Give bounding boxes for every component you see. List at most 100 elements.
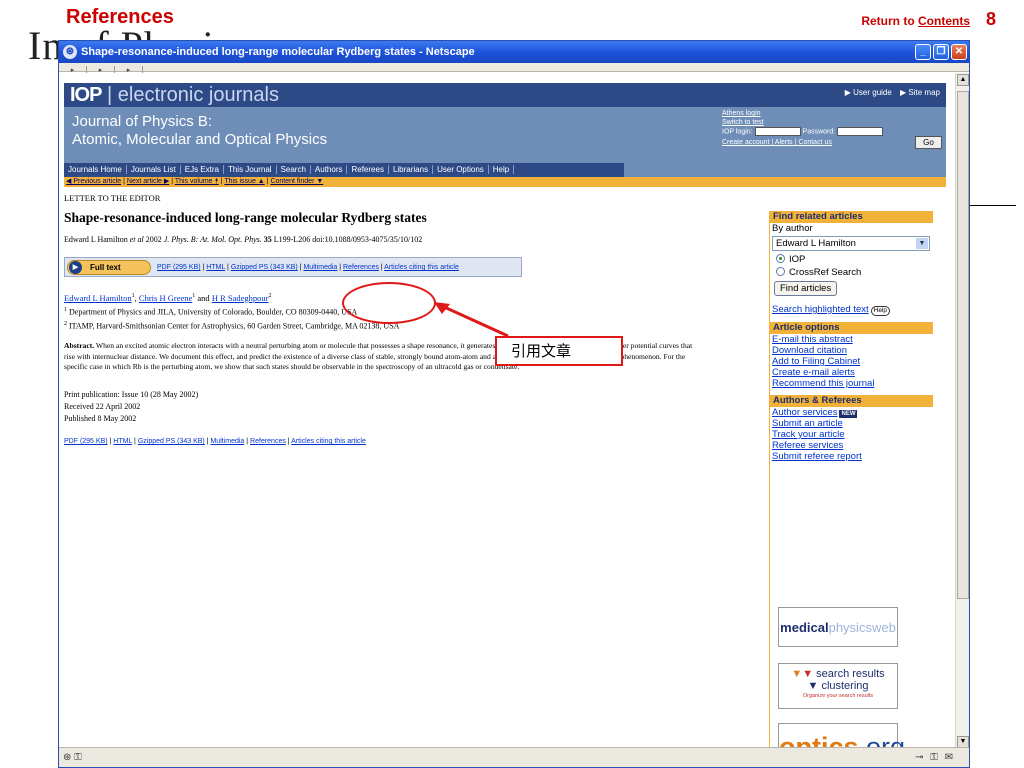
medicalphysicsweb-ad[interactable]: medicalphysicsweb [778, 607, 898, 647]
abstract-label: Abstract. [64, 341, 95, 350]
author-link-greene[interactable]: Chris H Greene [139, 293, 192, 303]
full-text-bar: ▶ Full text PDF (295 KB) | HTML | Gzippe… [64, 257, 522, 277]
next-article-link[interactable]: Next article ▶ [127, 178, 169, 185]
submit-referee-report-link[interactable]: Submit referee report [770, 451, 933, 462]
author-services-text: Author services [772, 407, 838, 418]
maximize-button[interactable]: ❐ [933, 44, 949, 60]
annotation-circle [342, 282, 436, 324]
switch-to-test-link[interactable]: Switch to test [722, 118, 942, 127]
user-guide-link[interactable]: ▶ User guide [845, 88, 892, 97]
pdf-link[interactable]: PDF (295 KB) [157, 264, 201, 271]
iop-brand-logo[interactable]: IOP | electronic journals [70, 84, 279, 107]
menu-journals-home[interactable]: Journals Home [64, 165, 127, 174]
journal-title[interactable]: Journal of Physics B: Atomic, Molecular … [72, 113, 327, 149]
play-arrow-icon: ▶ [69, 261, 82, 274]
status-right-icons[interactable]: ⊸ ⚿ ✉ [915, 748, 955, 767]
menu-user-options[interactable]: User Options [433, 165, 489, 174]
articles-citing-link[interactable]: Articles citing this article [384, 264, 459, 271]
authors-referees-heading: Authors & Referees [770, 395, 933, 407]
gzipped-ps-link[interactable]: Gzipped PS (343 KB) [138, 438, 205, 445]
brand-bold: IOP [70, 84, 102, 106]
author-link-sadeghpour[interactable]: H R Sadeghpour [212, 293, 269, 303]
search-clustering-ad[interactable]: ▼▼ search results ▼ clustering Organize … [778, 663, 898, 709]
iop-login-input[interactable] [754, 127, 801, 136]
full-text-button[interactable]: ▶ Full text [67, 260, 151, 275]
scrollbar-thumb[interactable] [957, 91, 969, 599]
filing-cabinet-link[interactable]: Add to Filing Cabinet [770, 356, 933, 367]
go-button[interactable]: Go [915, 136, 942, 149]
author-link-hamilton[interactable]: Edward L Hamilton [64, 293, 132, 303]
html-link[interactable]: HTML [206, 264, 225, 271]
menu-ejs-extra[interactable]: EJs Extra [180, 165, 224, 174]
radio-iop-row[interactable]: IOP [770, 253, 933, 266]
login-row: IOP login: Password: [722, 127, 942, 138]
submit-article-link[interactable]: Submit an article [770, 418, 933, 429]
menu-this-journal[interactable]: This Journal [223, 165, 277, 174]
ad-medphys-b: physics [828, 620, 872, 635]
window-titlebar[interactable]: ⊛ Shape-resonance-induced long-range mol… [59, 41, 969, 63]
radio-iop[interactable] [776, 254, 785, 263]
radio-crossref[interactable] [776, 267, 785, 276]
articles-citing-link[interactable]: Articles citing this article [291, 438, 366, 445]
return-to-contents-link[interactable]: Return to Contents [861, 14, 970, 28]
content-finder-link[interactable]: Content finder ▼ [270, 178, 323, 185]
this-volume-link[interactable]: This volume ⯭ [175, 178, 219, 185]
track-article-link[interactable]: Track your article [770, 429, 933, 440]
references-link[interactable]: References [343, 264, 379, 271]
menu-help[interactable]: Help [488, 165, 515, 174]
top-links: ▶ User guide ▶ Site map [839, 88, 940, 97]
site-map-link[interactable]: ▶ Site map [900, 88, 940, 97]
help-badge[interactable]: Help [870, 306, 891, 316]
search-highlighted-link[interactable]: Search highlighted text Help [770, 304, 933, 316]
scroll-up-icon[interactable]: ▲ [957, 74, 969, 86]
minimize-button[interactable]: _ [915, 44, 931, 60]
account-links[interactable]: Create account | Alerts | Contact us [722, 138, 942, 147]
banner-top-bar: IOP | electronic journals ▶ User guide ▶… [64, 83, 946, 107]
publication-dates: Print publication: Issue 10 (28 May 2002… [64, 389, 198, 425]
email-alerts-link[interactable]: Create e-mail alerts [770, 367, 933, 378]
references-link[interactable]: References [250, 438, 286, 445]
author-services-link[interactable]: Author services NEW [770, 407, 933, 418]
optics-org-ad[interactable]: optics.org [778, 723, 905, 749]
athens-login-link[interactable]: Athens login [722, 109, 942, 118]
download-citation-link[interactable]: Download citation [770, 345, 933, 356]
menu-referees[interactable]: Referees [347, 165, 389, 174]
slide-divider-line [970, 205, 1016, 206]
ad-clustering-sub: Organize your search results [802, 693, 874, 699]
citation-journal: J. Phys. B: At. Mol. Opt. Phys. [163, 235, 262, 244]
previous-article-link[interactable]: ◀ Previous article [66, 178, 121, 185]
browser-window: ⊛ Shape-resonance-induced long-range mol… [58, 40, 970, 768]
login-box: Athens login Switch to test IOP login: P… [722, 109, 942, 149]
affiliation-1: 1 Department of Physics and JILA, Univer… [64, 305, 357, 318]
multimedia-link[interactable]: Multimedia [303, 264, 337, 271]
menu-journals-list[interactable]: Journals List [126, 165, 181, 174]
status-bar: ⊛ ⚿ ⊸ ⚿ ✉ [59, 747, 969, 767]
triangle-down-icon: ▼ [807, 680, 819, 692]
author-select-value: Edward L Hamilton [776, 238, 856, 249]
bottom-format-links: PDF (295 KB) | HTML | Gzipped PS (343 KB… [64, 438, 366, 445]
radio-crossref-label: CrossRef Search [789, 267, 862, 278]
find-articles-button[interactable]: Find articles [774, 281, 838, 296]
menu-authors[interactable]: Authors [310, 165, 348, 174]
this-issue-link[interactable]: This issue ▲ [224, 178, 264, 185]
journal-title-line2: Atomic, Molecular and Optical Physics [72, 131, 328, 148]
recommend-journal-link[interactable]: Recommend this journal [770, 378, 933, 389]
radio-crossref-row[interactable]: CrossRef Search [770, 266, 933, 279]
status-left-icons[interactable]: ⊛ ⚿ [63, 752, 82, 763]
contents-link-text[interactable]: Contents [918, 14, 970, 28]
vertical-scrollbar[interactable]: ▲ ▼ [955, 73, 969, 749]
ad-clustering-text1: search results [816, 668, 885, 680]
html-link[interactable]: HTML [113, 438, 132, 445]
password-input[interactable] [837, 127, 884, 136]
by-author-label: By author [772, 223, 813, 234]
gzipped-ps-link[interactable]: Gzipped PS (343 KB) [231, 264, 298, 271]
menu-librarians[interactable]: Librarians [388, 165, 434, 174]
email-abstract-link[interactable]: E-mail this abstract [770, 334, 933, 345]
menu-search[interactable]: Search [276, 165, 311, 174]
author-select[interactable]: Edward L Hamilton ▼ [772, 236, 930, 251]
pdf-link[interactable]: PDF (295 KB) [64, 438, 108, 445]
close-button[interactable]: ✕ [951, 44, 967, 60]
chevron-down-icon[interactable]: ▼ [916, 238, 928, 249]
referee-services-link[interactable]: Referee services [770, 440, 933, 451]
multimedia-link[interactable]: Multimedia [210, 438, 244, 445]
